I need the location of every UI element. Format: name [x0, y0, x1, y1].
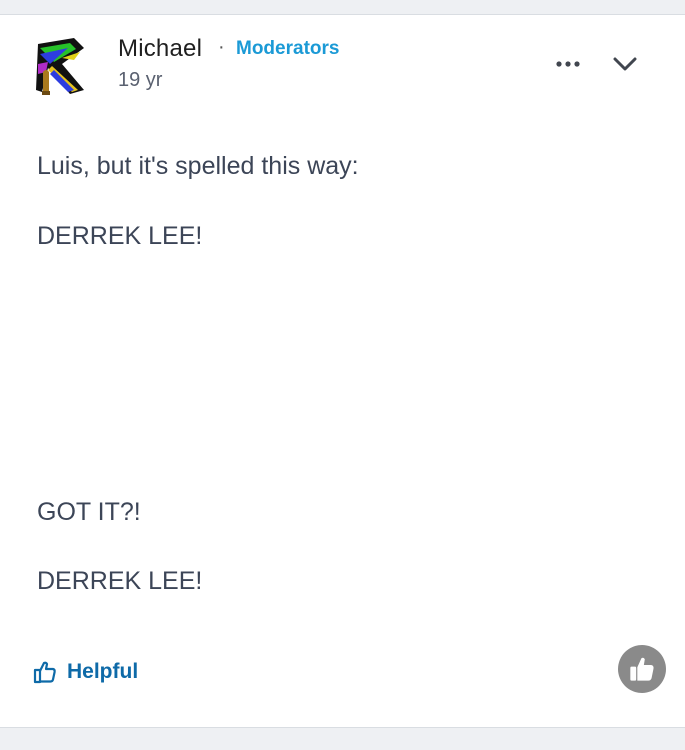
post-body-line: DERREK LEE!	[37, 567, 203, 595]
thumbs-up-filled-icon	[630, 657, 654, 681]
more-horizontal-icon	[556, 61, 580, 67]
more-options-button[interactable]	[552, 52, 584, 76]
top-divider	[0, 0, 685, 15]
post-timestamp: 19 yr	[118, 69, 163, 91]
post-body-line: Luis, but it's spelled this way:	[37, 152, 359, 180]
avatar-image	[34, 34, 88, 98]
post-card	[0, 15, 685, 728]
thumbs-up-outline-icon	[33, 661, 56, 684]
helpful-button[interactable]: Helpful	[33, 657, 138, 687]
helpful-label: Helpful	[67, 660, 139, 683]
avatar[interactable]	[34, 34, 88, 98]
bottom-divider	[0, 728, 685, 750]
post-body-line: GOT IT?!	[37, 498, 141, 526]
role-badge[interactable]: Moderators	[236, 38, 339, 60]
chevron-down-icon	[613, 57, 637, 71]
post-body-line: DERREK LEE!	[37, 222, 203, 250]
separator-dot: ·	[218, 36, 225, 58]
like-fab-button[interactable]	[618, 645, 666, 693]
author-name[interactable]: Michael	[118, 35, 202, 63]
collapse-button[interactable]	[608, 50, 642, 78]
